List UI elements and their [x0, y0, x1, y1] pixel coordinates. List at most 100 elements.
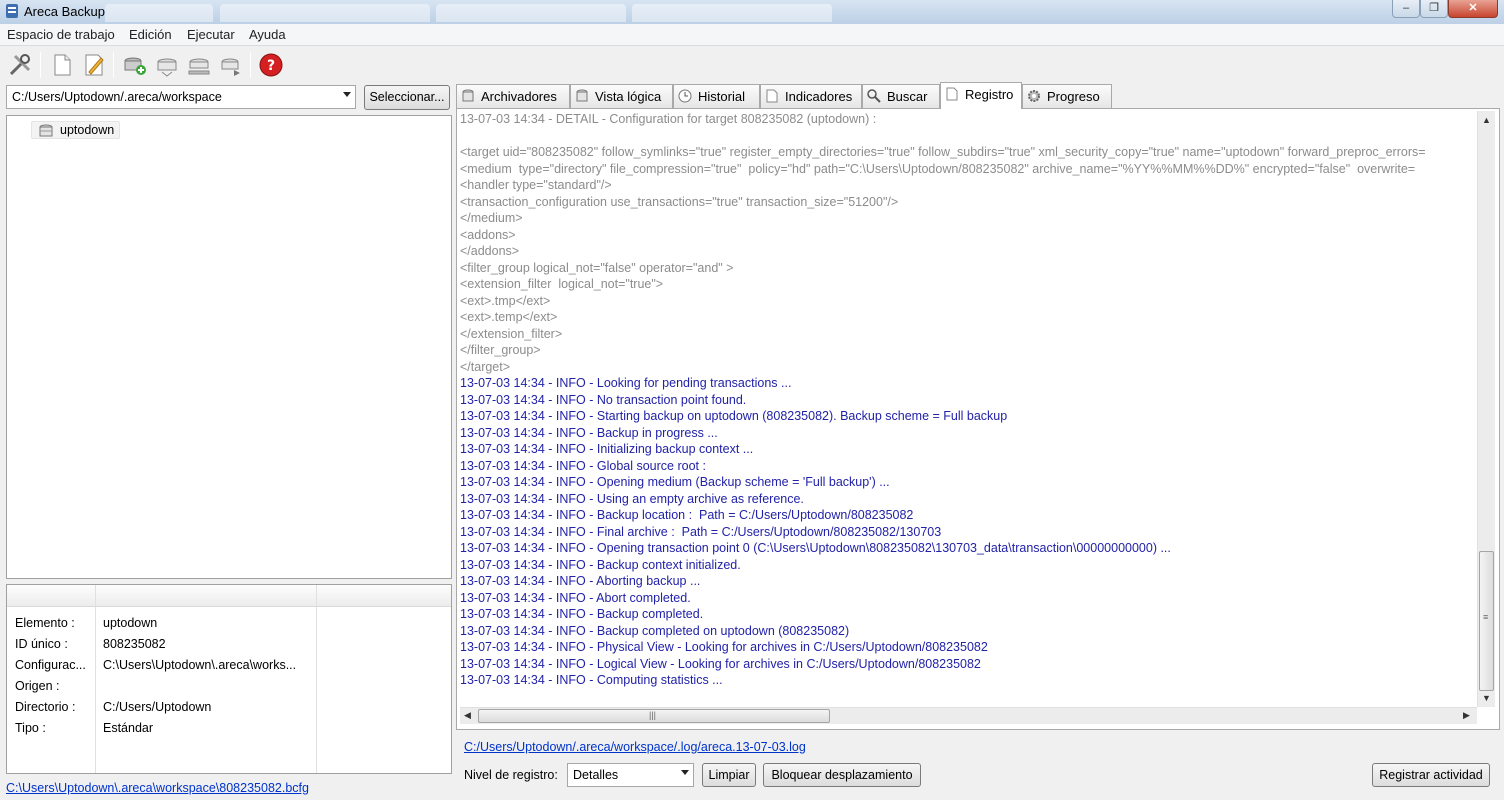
log-line: 13-07-03 14:34 - INFO - Final archive : …: [460, 524, 942, 539]
log-line: <ext>.tmp</ext>: [460, 293, 551, 308]
tab-indicadores[interactable]: Indicadores: [760, 84, 862, 108]
tools-icon[interactable]: [7, 52, 33, 78]
log-line: 13-07-03 14:34 - INFO - Backup in progre…: [460, 425, 718, 440]
log-line: 13-07-03 14:34 - INFO - Opening medium (…: [460, 475, 890, 489]
log-level-label: Nivel de registro:: [464, 768, 558, 782]
tab-buscar[interactable]: Buscar: [862, 84, 940, 108]
log-line: 13-07-03 14:34 - INFO - Aborting backup …: [460, 574, 701, 588]
background-window-tab: [220, 4, 430, 22]
new-document-icon[interactable]: [49, 52, 75, 78]
scroll-left-icon[interactable]: ◀: [464, 710, 471, 721]
chevron-down-icon: [681, 770, 689, 775]
property-row: Directorio : C:/Users/Uptodown: [7, 697, 451, 718]
scroll-down-icon[interactable]: ▼: [1482, 693, 1491, 703]
scroll-thumb[interactable]: |||: [478, 709, 830, 723]
tab-label: Registro: [965, 87, 1014, 102]
log-line: </medium>: [460, 211, 523, 225]
minimize-icon[interactable]: –: [1392, 0, 1420, 18]
background-window-tab: [632, 4, 832, 22]
tab-label: Buscar: [887, 89, 928, 104]
menu-bar: Espacio de trabajo Edición Ejecutar Ayud…: [0, 24, 1504, 46]
config-file-link[interactable]: C:\Users\Uptodown\.areca\workspace\80823…: [6, 781, 309, 795]
tab-archivadores[interactable]: Archivadores: [456, 84, 570, 108]
tab-vista-logica[interactable]: Vista lógica: [570, 84, 673, 108]
log-line: 13-07-03 14:34 - DETAIL - Configuration …: [460, 112, 877, 126]
toolbar-separator: [250, 52, 251, 78]
workspace-path-value: C:/Users/Uptodown/.areca/workspace: [12, 90, 222, 104]
tree-item-label: uptodown: [60, 123, 115, 137]
property-row: ID único : 808235082: [7, 634, 451, 655]
log-level-value: Detalles: [573, 768, 619, 782]
scroll-up-icon[interactable]: ▲: [1482, 115, 1491, 125]
window-title: Areca Backup: [24, 4, 105, 19]
document-icon: [765, 89, 779, 106]
scroll-right-icon[interactable]: ▶: [1463, 710, 1470, 721]
log-line: <transaction_configuration use_transacti…: [460, 194, 899, 209]
register-activity-button[interactable]: Registrar actividad: [1372, 763, 1490, 787]
toolbar: ?: [0, 46, 1504, 84]
edit-icon[interactable]: [81, 52, 107, 78]
tab-label: Archivadores: [481, 89, 557, 104]
log-line: </extension_filter>: [460, 326, 563, 341]
log-line: 13-07-03 14:34 - INFO - Starting backup …: [460, 409, 1008, 423]
clear-log-button[interactable]: Limpiar: [702, 763, 756, 787]
tab-historial[interactable]: Historial: [673, 84, 760, 108]
archive-tray-icon[interactable]: [186, 52, 212, 78]
tab-label: Progreso: [1047, 89, 1100, 104]
title-bar: Areca Backup – ❐ ✕: [0, 0, 1504, 24]
maximize-icon[interactable]: ❐: [1420, 0, 1448, 18]
log-text-area[interactable]: 13-07-03 14:34 - DETAIL - Configuration …: [460, 111, 1478, 707]
log-line: 13-07-03 14:34 - INFO - No transaction p…: [460, 392, 747, 407]
tab-bar: Archivadores Vista lógica Historial Indi…: [456, 82, 1500, 109]
document-icon: [945, 87, 959, 104]
toolbar-separator: [40, 52, 41, 78]
property-value: C:\Users\Uptodown\.areca\works...: [103, 658, 297, 672]
select-workspace-button[interactable]: Seleccionar...: [364, 85, 450, 110]
vertical-scrollbar[interactable]: ▲ ≡ ▼: [1477, 111, 1495, 707]
tab-progreso[interactable]: Progreso: [1022, 84, 1112, 108]
horizontal-scrollbar[interactable]: ◀ ||| ▶: [460, 707, 1477, 724]
log-line: 13-07-03 14:34 - INFO - Physical View - …: [460, 640, 988, 654]
archive-icon[interactable]: [154, 52, 180, 78]
tab-registro[interactable]: Registro: [940, 82, 1022, 109]
chevron-down-icon: [343, 92, 351, 97]
log-line: <ext>.temp</ext>: [460, 310, 558, 324]
property-value: uptodown: [103, 616, 158, 630]
log-line: 13-07-03 14:34 - INFO - Logical View - L…: [460, 656, 981, 671]
log-line: 13-07-03 14:34 - INFO - Backup completed…: [460, 623, 850, 638]
help-icon[interactable]: ?: [258, 52, 284, 78]
scroll-thumb[interactable]: ≡: [1479, 551, 1494, 691]
archive-icon: [461, 89, 475, 106]
target-tree: uptodown: [6, 115, 452, 579]
log-line: 13-07-03 14:34 - INFO - Computing statis…: [460, 673, 723, 687]
magnifier-icon: [867, 89, 881, 106]
menu-espacio-de-trabajo[interactable]: Espacio de trabajo: [7, 27, 115, 42]
log-line: <target uid="808235082" follow_symlinks=…: [460, 145, 1426, 159]
log-line: 13-07-03 14:34 - INFO - Backup location …: [460, 508, 914, 522]
properties-panel: Elemento : uptodown ID único : 808235082…: [6, 584, 452, 774]
property-value: Estándar: [103, 721, 154, 735]
menu-ejecutar[interactable]: Ejecutar: [187, 27, 235, 42]
property-value: 808235082: [103, 637, 166, 651]
lock-scroll-button[interactable]: Bloquear desplazamiento: [763, 763, 921, 787]
log-panel: 13-07-03 14:34 - DETAIL - Configuration …: [456, 108, 1500, 730]
log-line: 13-07-03 14:34 - INFO - Global source ro…: [460, 458, 706, 473]
log-line: <addons>: [460, 227, 516, 242]
property-row: Elemento : uptodown: [7, 613, 451, 634]
archive-run-icon[interactable]: [218, 52, 244, 78]
workspace-path-combo[interactable]: C:/Users/Uptodown/.areca/workspace: [6, 85, 356, 109]
tree-item-uptodown[interactable]: uptodown: [31, 121, 121, 139]
log-line: 13-07-03 14:34 - INFO - Using an empty a…: [460, 491, 804, 506]
log-line: </filter_group>: [460, 343, 541, 357]
menu-edicion[interactable]: Edición: [129, 27, 172, 42]
menu-ayuda[interactable]: Ayuda: [249, 27, 286, 42]
property-key: Tipo :: [15, 721, 46, 735]
close-icon[interactable]: ✕: [1448, 0, 1498, 18]
log-line: <handler type="standard"/>: [460, 178, 612, 192]
log-line: 13-07-03 14:34 - INFO - Looking for pend…: [460, 376, 792, 390]
log-level-select[interactable]: Detalles: [567, 763, 694, 787]
add-archive-icon[interactable]: [122, 52, 148, 78]
tab-label: Historial: [698, 89, 745, 104]
log-file-link[interactable]: C:/Users/Uptodown/.areca/workspace/.log/…: [464, 740, 806, 754]
